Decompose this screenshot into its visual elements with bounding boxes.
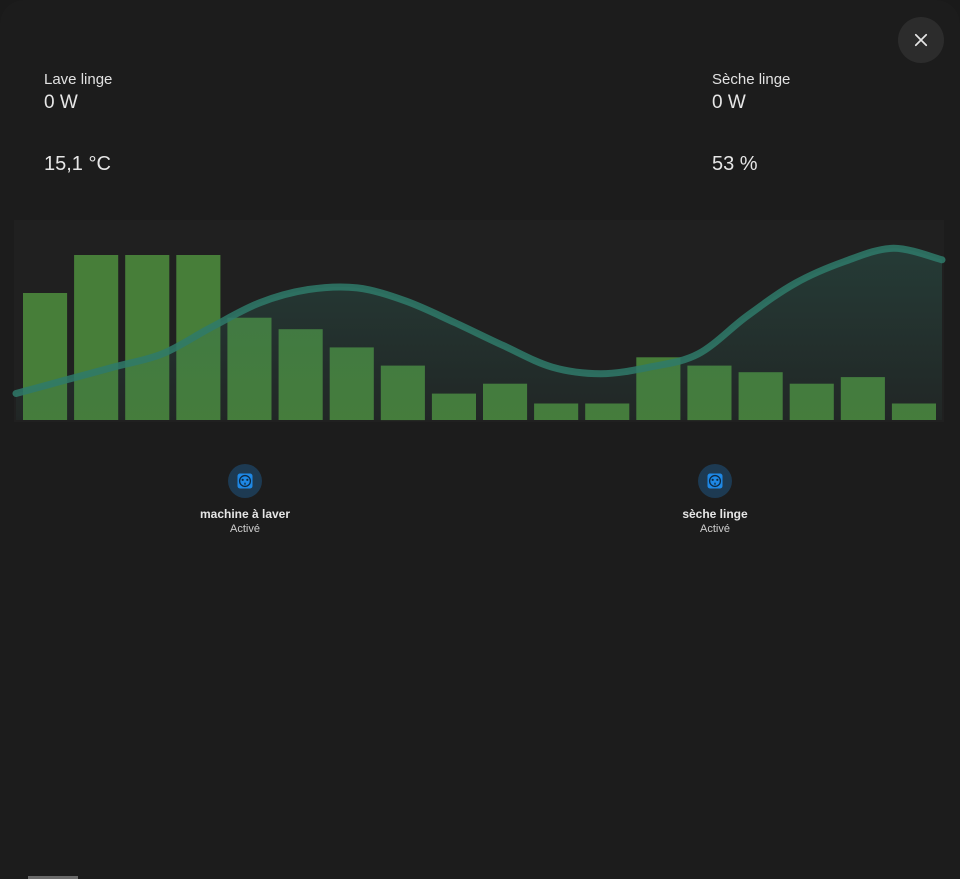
temperature-value[interactable]: 15,1 °C [44,153,111,176]
power-socket-icon [228,464,262,498]
sensor-seche-linge[interactable]: Sèche linge 0 W [712,71,790,115]
history-chart [12,220,946,422]
device-name: machine à laver [199,507,291,521]
close-icon [914,33,928,47]
sensor-name: Lave linge [44,71,113,88]
device-state: Activé [230,523,260,535]
close-button[interactable] [898,17,944,63]
sensor-value: 0 W [712,92,746,113]
humidity-value[interactable]: 53 % [712,153,758,176]
sensor-name: Sèche linge [712,71,791,88]
more-info-dialog: Lave linge 0 W 15,1 °C Sèche linge 0 W 5… [0,0,960,879]
device-state: Activé [700,523,730,535]
power-socket-icon [698,464,732,498]
sensor-value: 0 W [44,92,78,113]
device-name: sèche linge [682,507,748,521]
device-seche-linge[interactable]: sèche linge Activé [615,464,815,535]
sensor-lave-linge[interactable]: Lave linge 0 W [44,71,112,115]
device-machine-a-laver[interactable]: machine à laver Activé [145,464,345,535]
